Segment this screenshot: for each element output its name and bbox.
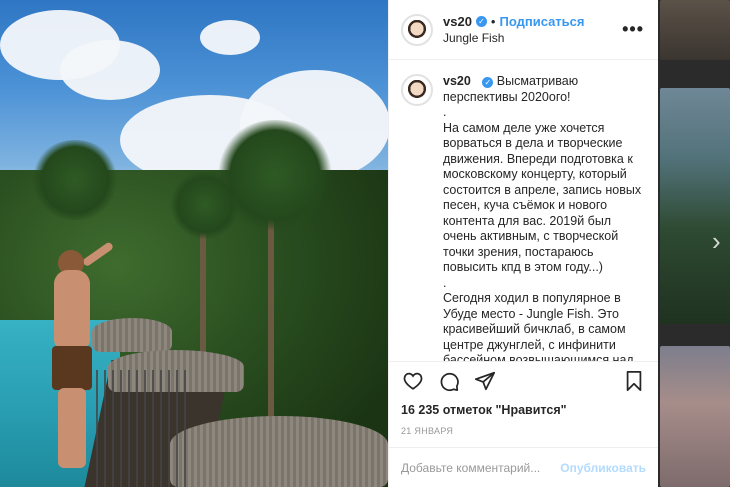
post-caption: vs20 ✓ Высматриваю перспективы 2020ого! … xyxy=(401,74,644,361)
photo-railing xyxy=(96,370,186,487)
location-link[interactable]: Jungle Fish xyxy=(443,31,614,45)
heart-icon xyxy=(403,372,423,390)
more-options-icon[interactable]: ••• xyxy=(622,19,644,40)
background-post-thumbnail[interactable] xyxy=(660,346,730,487)
photo-palm-leaves xyxy=(170,170,240,240)
comment-input[interactable] xyxy=(401,460,561,475)
comments-section[interactable]: vs20 ✓ Высматриваю перспективы 2020ого! … xyxy=(389,60,658,361)
bookmark-icon xyxy=(626,370,642,391)
post-header: vs20 ✓ • Подписаться Jungle Fish ••• xyxy=(389,0,658,60)
post-side-panel: vs20 ✓ • Подписаться Jungle Fish ••• vs2… xyxy=(388,0,658,487)
separator-dot: • xyxy=(490,14,496,29)
photo-palm-leaves xyxy=(30,140,120,220)
comment-button[interactable] xyxy=(437,369,461,393)
photo-palm-trunk xyxy=(200,220,206,360)
avatar[interactable] xyxy=(401,13,433,46)
post-modal: vs20 ✓ • Подписаться Jungle Fish ••• vs2… xyxy=(0,0,658,487)
photo-hut-roof xyxy=(170,416,388,487)
save-button[interactable] xyxy=(622,369,646,393)
photo-cloud xyxy=(60,40,160,100)
caption-username[interactable]: vs20 xyxy=(443,74,471,88)
caption-line: . xyxy=(443,275,447,290)
caption-line: На самом деле уже хочется ворваться в де… xyxy=(443,120,642,275)
caption-line: Сегодня ходил в популярное в Убуде место… xyxy=(443,291,634,361)
like-button[interactable] xyxy=(401,369,425,393)
follow-button[interactable]: Подписаться xyxy=(499,14,584,29)
post-date[interactable]: 21 ЯНВАРЯ xyxy=(389,421,658,441)
post-actions xyxy=(389,361,658,399)
verified-badge-icon: ✓ xyxy=(482,77,494,89)
add-comment-bar: Опубликовать xyxy=(389,447,658,487)
photo-palm-trunk xyxy=(268,200,274,420)
photo-cloud xyxy=(200,20,260,55)
chevron-right-icon[interactable]: › xyxy=(712,228,721,254)
background-post-thumbnail[interactable] xyxy=(660,0,730,60)
username-link[interactable]: vs20 xyxy=(443,14,472,29)
share-icon xyxy=(474,371,496,390)
caption-text: vs20 ✓ Высматриваю перспективы 2020ого! … xyxy=(443,74,644,361)
photo-person xyxy=(42,241,115,470)
background-post-thumbnail[interactable] xyxy=(660,88,730,324)
share-button[interactable] xyxy=(473,369,497,393)
comment-icon xyxy=(440,372,459,391)
avatar[interactable] xyxy=(401,74,433,106)
verified-badge-icon: ✓ xyxy=(475,16,487,27)
post-header-text: vs20 ✓ • Подписаться Jungle Fish xyxy=(443,14,614,45)
post-photo[interactable] xyxy=(0,0,388,487)
publish-button[interactable]: Опубликовать xyxy=(560,461,646,475)
caption-line: . xyxy=(443,105,447,119)
likes-count[interactable]: 16 235 отметок "Нравится" xyxy=(389,399,658,421)
post-header-line: vs20 ✓ • Подписаться xyxy=(443,14,614,29)
